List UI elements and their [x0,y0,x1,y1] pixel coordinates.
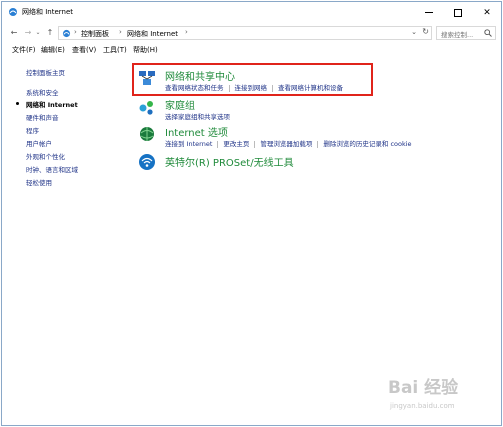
sidebar-item-programs[interactable]: 程序 [26,125,39,135]
category-title[interactable]: Internet 选项 [165,124,228,139]
link-change-homepage[interactable]: 更改主页 [223,140,249,148]
refresh-icon[interactable]: ↻ [422,27,429,36]
minimize-button[interactable] [414,2,444,23]
category-links: 选择家庭组和共享选项 [165,111,230,121]
link-delete-history[interactable]: 删除浏览的历史记录和 cookie [323,140,411,148]
link-separator [217,140,219,148]
breadcrumb-separator-icon: › [119,28,122,36]
sidebar-item-ease-of-access[interactable]: 轻松使用 [26,177,52,187]
link-connect-internet[interactable]: 连接到 Internet [165,140,212,148]
control-panel-icon [62,29,71,38]
forward-arrow-icon: → [24,28,32,37]
breadcrumb-control-panel[interactable]: 控制面板 [81,29,109,39]
search-input[interactable]: 搜索控制... [436,26,496,40]
menu-tools[interactable]: 工具(T) [103,45,127,55]
menu-help[interactable]: 帮助(H) [133,45,158,55]
chevron-down-icon: ⌄ [35,29,41,36]
back-arrow-icon: ← [10,28,18,37]
network-icon [9,8,17,16]
close-button[interactable]: ✕ [472,2,502,23]
breadcrumb-separator-icon: › [74,28,77,36]
title-bar: 网络和 Internet ✕ [2,2,501,23]
menu-view[interactable]: 查看(V) [72,45,96,55]
link-homegroup-sharing-options[interactable]: 选择家庭组和共享选项 [165,113,230,121]
recent-locations-button[interactable]: ⌄ [34,26,42,39]
minimize-icon [425,12,433,13]
category-homegroup: 家庭组 选择家庭组和共享选项 [137,97,377,123]
internet-options-icon [140,127,154,141]
maximize-button[interactable] [443,2,473,23]
category-links: 连接到 Internet 更改主页 管理浏览器加载项 删除浏览的历史记录和 cooki… [165,138,412,148]
sidebar-item-network-internet[interactable]: 网络和 Internet [26,99,78,109]
close-icon: ✕ [483,7,491,18]
up-button[interactable]: ↑ [44,26,56,39]
menu-file[interactable]: 文件(F) [12,45,36,55]
sidebar: 控制面板主页 系统和安全 网络和 Internet 硬件和声音 程序 用户帐户 … [2,57,122,417]
sidebar-item-appearance[interactable]: 外观和个性化 [26,151,65,161]
link-separator [317,140,319,148]
homegroup-icon [139,101,153,115]
forward-button[interactable]: → [22,26,34,39]
category-title[interactable]: 家庭组 [165,97,195,112]
watermark-url: jingyan.baidu.com [390,402,455,410]
watermark: Bai 经验 jingyan.baidu.com [380,373,500,421]
link-separator [254,140,256,148]
back-button[interactable]: ← [8,26,20,39]
highlight-box [132,63,373,96]
up-arrow-icon: ↑ [46,28,54,37]
sidebar-item-clock-language-region[interactable]: 时钟、语言和区域 [26,164,78,174]
category-title[interactable]: 英特尔(R) PROSet/无线工具 [165,154,294,169]
sidebar-item-system-security[interactable]: 系统和安全 [26,87,59,97]
address-bar[interactable]: › 控制面板 › 网络和 Internet › ⌄ ↻ [58,26,432,40]
maximize-icon [454,8,462,17]
search-placeholder: 搜索控制... [441,31,474,39]
breadcrumb-separator-icon: › [185,28,188,36]
breadcrumb-network-internet[interactable]: 网络和 Internet [127,29,178,39]
navigation-bar: ← → ⌄ ↑ › 控制面板 › 网络和 Internet › ⌄ ↻ 搜索控制… [2,24,501,42]
link-manage-addons[interactable]: 管理浏览器加载项 [260,140,312,148]
window-title: 网络和 Internet [22,8,74,16]
wireless-icon [139,154,155,170]
watermark-logo: Bai 经验 [388,378,459,398]
address-dropdown-icon[interactable]: ⌄ [411,28,417,36]
menu-edit[interactable]: 编辑(E) [41,45,65,55]
sidebar-item-hardware-sound[interactable]: 硬件和声音 [26,112,59,122]
sidebar-item-user-accounts[interactable]: 用户帐户 [26,138,52,148]
control-panel-window: 网络和 Internet ✕ ← → ⌄ ↑ › 控制面板 › 网络和 Inte… [1,1,502,426]
menu-bar: 文件(F) 编辑(E) 查看(V) 工具(T) 帮助(H) [2,43,501,56]
category-internet-options: Internet 选项 连接到 Internet 更改主页 管理浏览器加载项 删除浏览… [137,124,457,150]
search-icon [484,29,492,37]
category-intel-proset: 英特尔(R) PROSet/无线工具 [137,152,377,174]
active-item-bullet-icon [16,102,19,105]
sidebar-item-control-panel-home[interactable]: 控制面板主页 [26,67,65,77]
